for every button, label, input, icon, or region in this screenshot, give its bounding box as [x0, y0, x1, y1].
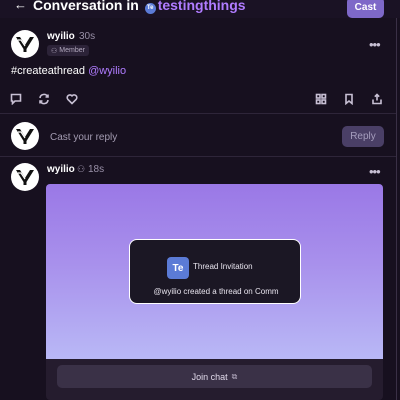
frame-image: Te Thread Invitation @wyilio created a t… — [46, 184, 383, 359]
post-username[interactable]: wyilio — [47, 31, 75, 42]
invite-title: Thread Invitation — [193, 262, 253, 271]
avatar[interactable] — [11, 163, 39, 191]
post-time: 18s — [88, 164, 105, 175]
avatar-logo-icon — [16, 170, 34, 185]
channel-badge-icon: Te — [144, 3, 156, 14]
reply-input[interactable] — [50, 130, 330, 144]
more-options-icon[interactable]: ••• — [369, 37, 381, 52]
mention-link[interactable]: @wyilio — [88, 65, 126, 77]
post-username[interactable]: wyilio — [47, 164, 75, 175]
channel-link[interactable]: testingthings — [158, 0, 246, 13]
avatar-logo-icon — [16, 37, 34, 52]
back-arrow-icon[interactable]: ← — [14, 0, 27, 12]
reply-button[interactable]: Reply — [342, 126, 384, 147]
page-title: Conversation in Te testingthings — [33, 0, 246, 14]
app-logo-icon: Te — [167, 257, 189, 279]
panel-border — [396, 18, 397, 400]
avatar-logo-icon — [16, 129, 34, 144]
comment-icon[interactable] — [10, 92, 22, 106]
external-link-icon: ⧉ — [231, 371, 238, 381]
member-icon: ⚇ — [51, 47, 58, 55]
post-time: 30s — [79, 31, 96, 42]
divider — [0, 113, 396, 114]
member-icon: ⚇ — [77, 164, 86, 174]
heart-icon[interactable] — [66, 92, 78, 105]
join-chat-button[interactable]: Join chat ⧉ — [57, 365, 372, 388]
grid-icon[interactable] — [315, 92, 327, 105]
thread-invite-card: Te Thread Invitation @wyilio created a t… — [129, 239, 301, 304]
share-icon[interactable] — [371, 92, 383, 105]
bookmark-icon[interactable] — [343, 92, 355, 106]
composer-avatar — [11, 122, 39, 150]
member-badge: ⚇ Member — [47, 45, 89, 56]
divider — [0, 156, 396, 157]
invite-text: @wyilio created a thread on Comm — [153, 287, 279, 296]
avatar[interactable] — [11, 30, 39, 58]
recast-icon[interactable] — [38, 92, 50, 105]
more-options-icon[interactable]: ••• — [369, 164, 381, 179]
post-text: #createathread @wyilio — [11, 65, 127, 77]
frame-embed: Te Thread Invitation @wyilio created a t… — [46, 184, 383, 400]
top-bar: ← Conversation in Te testingthings Cast — [0, 0, 400, 18]
cast-button[interactable]: Cast — [347, 0, 384, 18]
